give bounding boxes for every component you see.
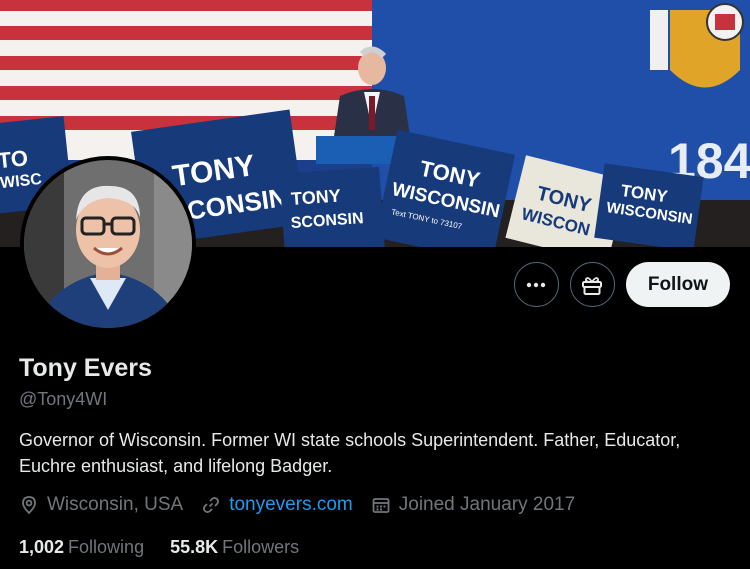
- gift-icon: [582, 276, 603, 295]
- more-button[interactable]: [513, 262, 559, 307]
- profile-name: Tony Evers: [19, 354, 152, 382]
- location-pin-icon: [22, 496, 36, 515]
- profile-avatar[interactable]: [20, 156, 196, 332]
- followers-count: 55.8K: [170, 537, 219, 557]
- website-item: tonyevers.com: [201, 494, 353, 516]
- state-seal-graphic: [650, 0, 750, 110]
- following-label: Following: [68, 537, 145, 557]
- website-link[interactable]: tonyevers.com: [229, 494, 353, 516]
- profile-handle: @Tony4WI: [19, 389, 108, 409]
- avatar-photo: [24, 160, 192, 328]
- subscribe-gift-button[interactable]: [569, 262, 615, 307]
- campaign-sign-center: TONY SCONSIN: [279, 166, 385, 247]
- more-dots-icon: [527, 282, 546, 287]
- following-stat[interactable]: 1,002 Following: [19, 537, 144, 558]
- follow-button[interactable]: Follow: [625, 262, 730, 307]
- link-icon: [203, 497, 220, 513]
- profile-meta: Wisconsin, USA tonyevers.com Joined Janu…: [19, 494, 593, 516]
- profile-bio: Governor of Wisconsin. Former WI state s…: [19, 430, 681, 476]
- joined-text: Joined January 2017: [398, 494, 576, 515]
- followers-label: Followers: [222, 537, 300, 557]
- calendar-icon: [372, 498, 390, 513]
- followers-stat[interactable]: 55.8K Followers: [170, 537, 299, 558]
- profile-stats: 1,002 Following 55.8K Followers: [19, 537, 325, 558]
- location-item: Wisconsin, USA: [19, 494, 183, 516]
- joined-item: Joined January 2017: [371, 494, 575, 516]
- svg-text:TONY: TONY: [290, 186, 341, 209]
- location-text: Wisconsin, USA: [47, 494, 184, 515]
- svg-text:TO: TO: [0, 145, 29, 173]
- following-count: 1,002: [19, 537, 65, 557]
- campaign-sign-far-right: TONY WISCONSIN: [594, 163, 704, 247]
- profile-actions: Follow: [513, 262, 730, 307]
